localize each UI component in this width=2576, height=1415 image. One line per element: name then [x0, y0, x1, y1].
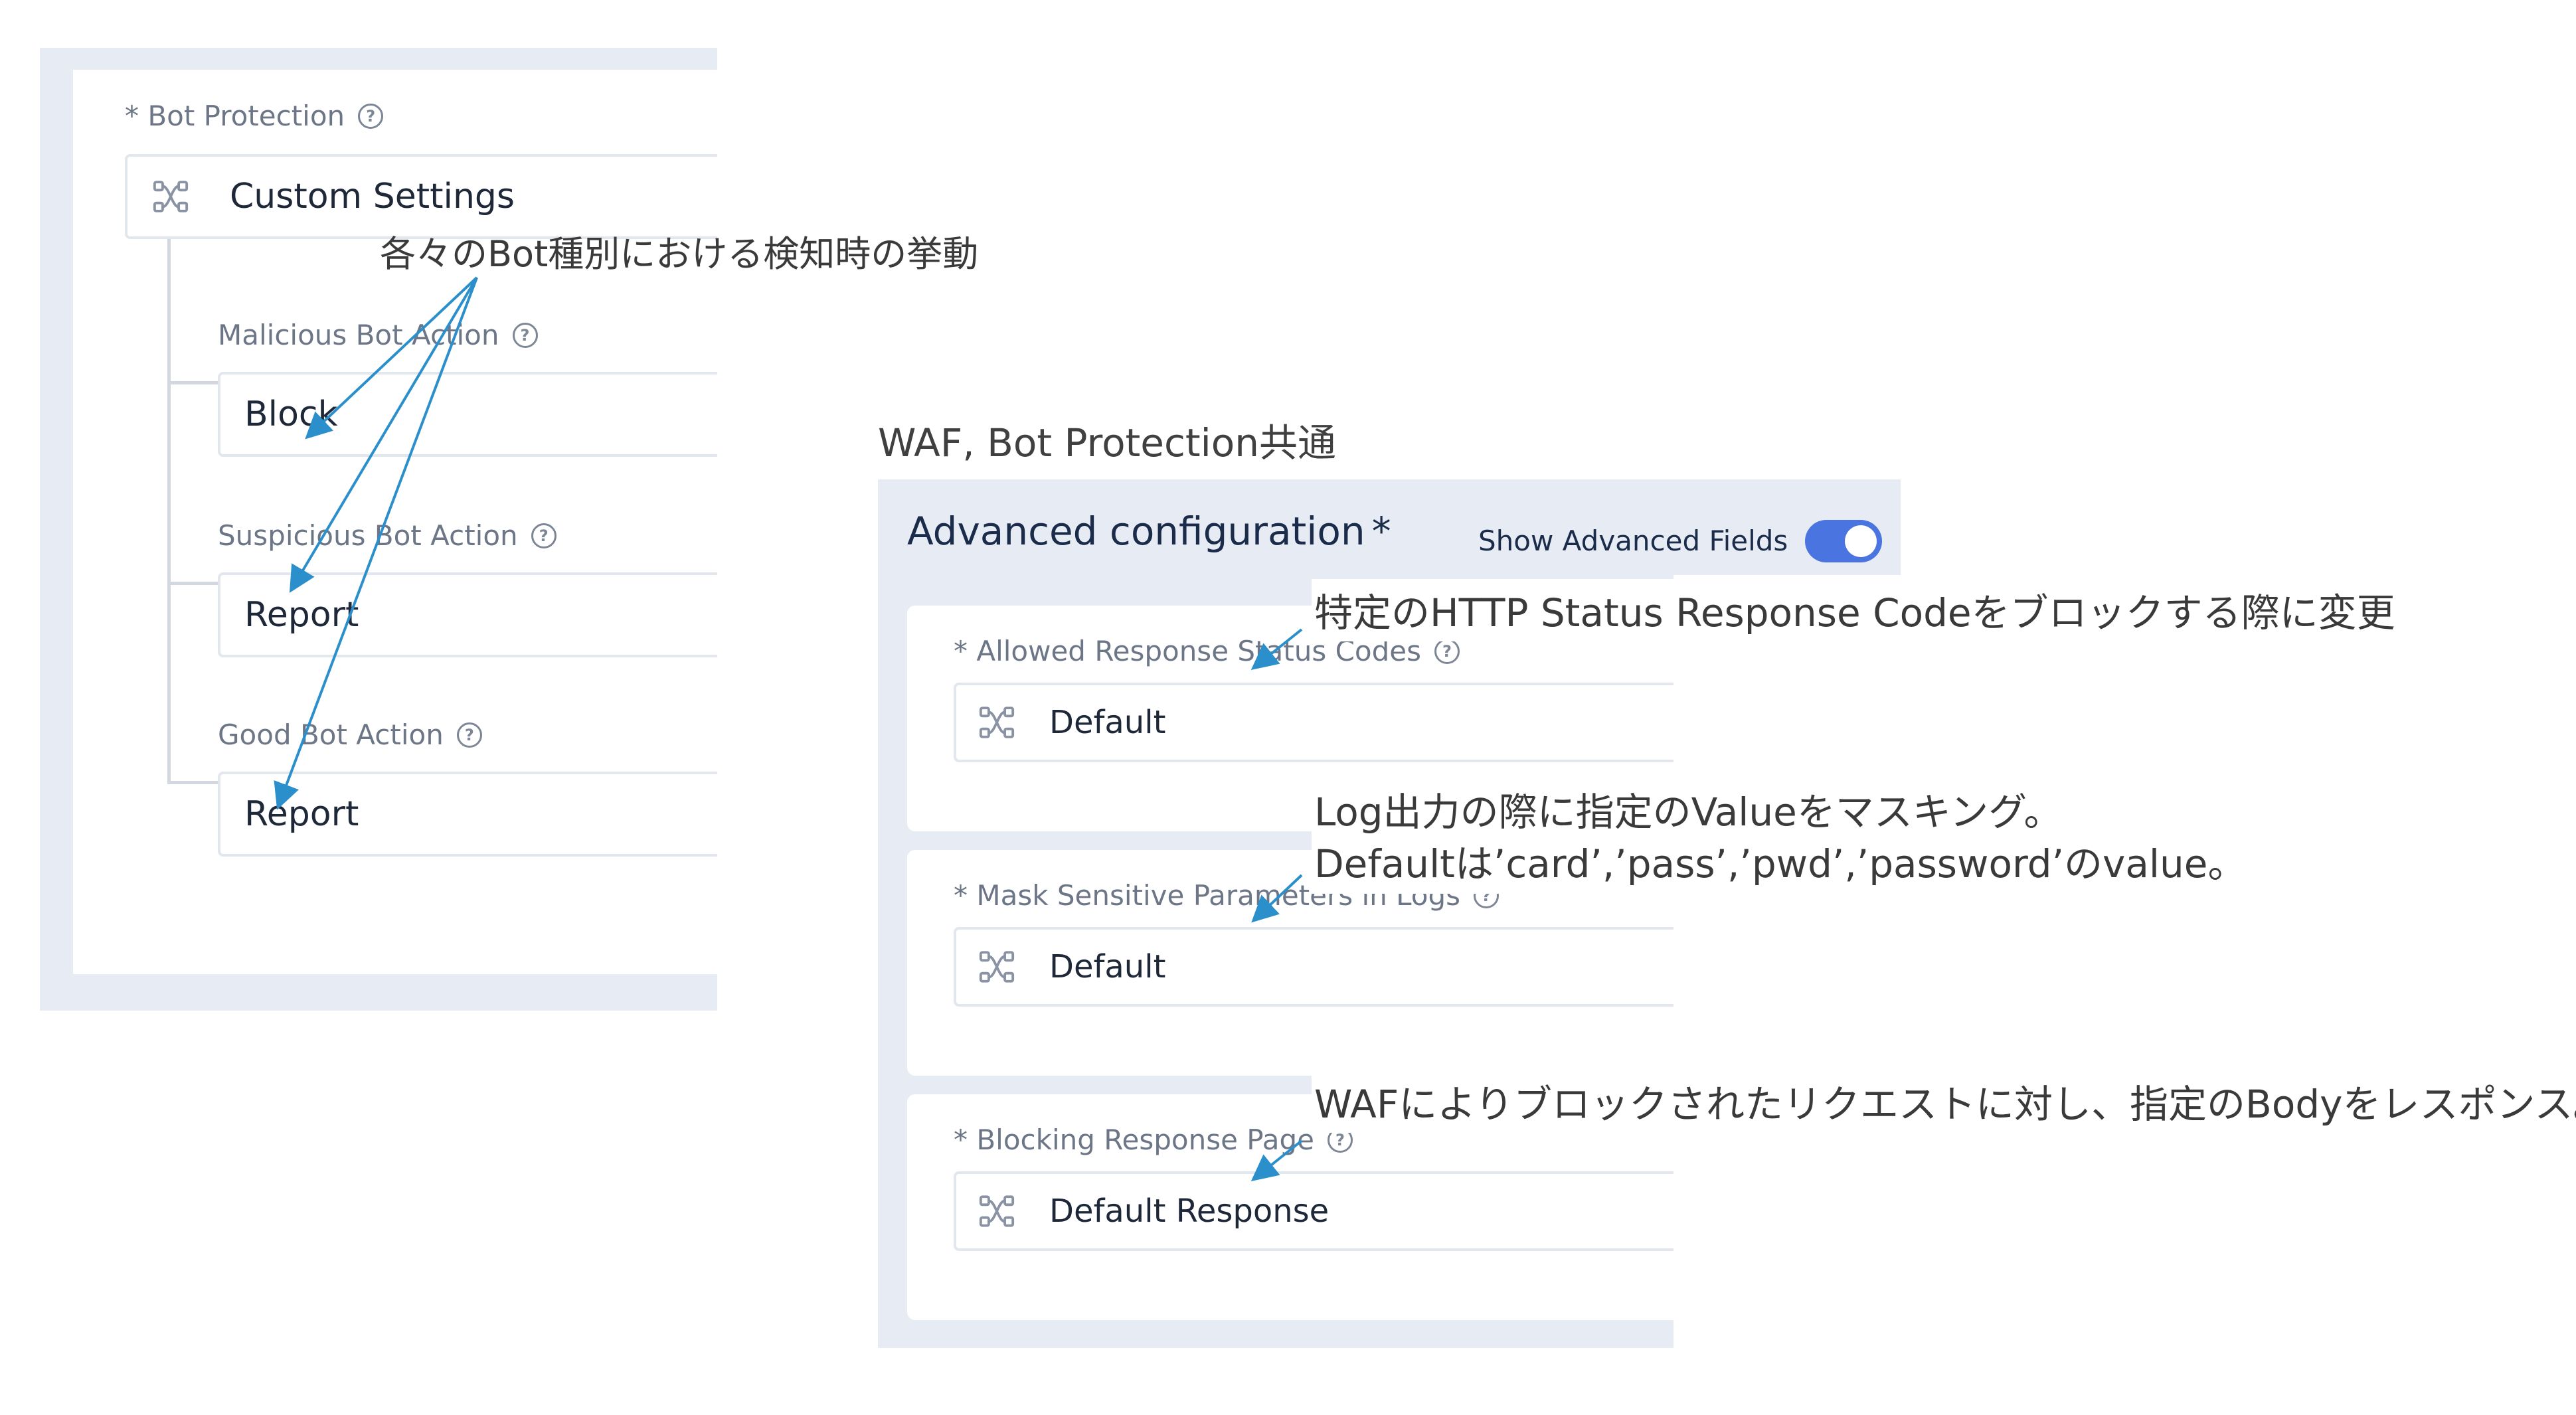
annotation-blocking-page: WAFによりブロックされたリクエストに対し、指定のBodyをレスポンス。	[1312, 1073, 2576, 1133]
blocking-response-page-value: Default Response	[1049, 1193, 1330, 1230]
malicious-bot-action-value: Block	[244, 394, 338, 434]
good-bot-action-label: Good Bot Action ?	[218, 718, 482, 751]
help-icon[interactable]: ?	[531, 523, 557, 548]
bot-protection-value: Custom Settings	[230, 177, 515, 216]
nodes-icon	[978, 1192, 1016, 1230]
allowed-status-codes-select[interactable]: Default	[954, 683, 1674, 762]
annotation-mask-line-1: Log出力の際に指定のValueをマスキング。	[1314, 790, 2063, 835]
mask-parameters-select[interactable]: Default	[954, 927, 1674, 1007]
tree-line-branch	[167, 781, 218, 784]
annotation-mask-line-2: Defaultは’card’,’pass’,’pwd’,’password’のv…	[1314, 841, 2247, 886]
suspicious-bot-action-value: Report	[244, 595, 359, 635]
malicious-bot-action-label: Malicious Bot Action ?	[218, 319, 538, 351]
annotation-status-codes: 特定のHTTP Status Response Codeをブロックする際に変更	[1312, 579, 2401, 641]
show-advanced-fields-label: Show Advanced Fields	[1478, 525, 1788, 557]
toggle-knob	[1845, 525, 1877, 557]
tree-line-branch	[167, 381, 218, 384]
blocking-response-page-select[interactable]: Default Response	[954, 1171, 1674, 1251]
allowed-status-codes-value: Default	[1049, 704, 1166, 741]
show-advanced-fields-toggle[interactable]	[1805, 520, 1882, 562]
nodes-icon	[978, 703, 1016, 742]
tree-line-branch	[167, 582, 218, 585]
annotation-mask: Log出力の際に指定のValueをマスキング。 Defaultは’card’,’…	[1312, 786, 2252, 894]
nodes-icon	[151, 177, 190, 216]
common-caption: WAF, Bot Protection共通	[878, 420, 1336, 465]
mask-parameters-value: Default	[1049, 948, 1166, 985]
good-bot-action-select[interactable]: Report	[218, 772, 717, 857]
nodes-icon	[978, 948, 1016, 986]
advanced-config-title: Advanced configuration *	[907, 509, 1391, 554]
malicious-bot-action-select[interactable]: Block	[218, 372, 717, 457]
bot-protection-label: * Bot Protection ?	[125, 100, 384, 132]
help-icon[interactable]: ?	[358, 103, 384, 129]
help-icon[interactable]: ?	[1434, 638, 1460, 664]
help-icon[interactable]: ?	[512, 322, 538, 348]
annotation-bot-types: 各々のBot種別における検知時の挙動	[380, 233, 979, 275]
suspicious-bot-action-select[interactable]: Report	[218, 572, 717, 657]
help-icon[interactable]: ?	[456, 722, 482, 748]
required-mark: *	[1371, 509, 1391, 554]
blocking-response-page-label: * Blocking Response Page ?	[954, 1124, 1353, 1156]
tree-line-vertical	[167, 239, 171, 784]
suspicious-bot-action-label: Suspicious Bot Action ?	[218, 519, 557, 552]
good-bot-action-value: Report	[244, 794, 359, 834]
